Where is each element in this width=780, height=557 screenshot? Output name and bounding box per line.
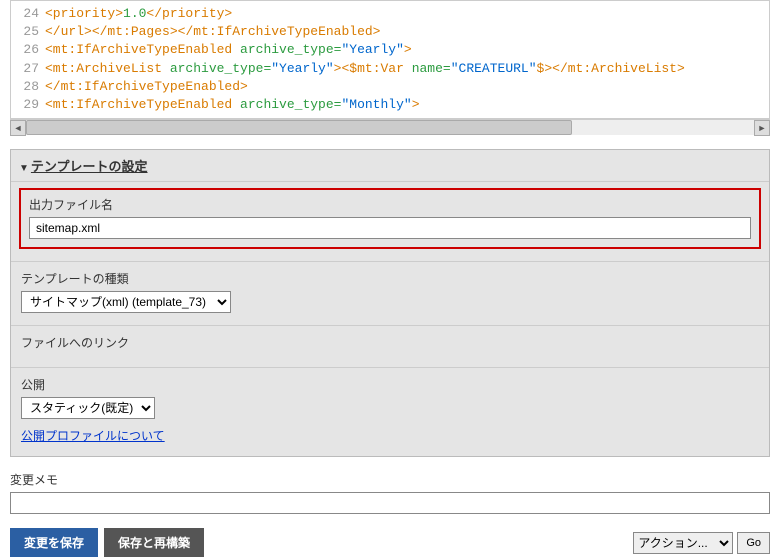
code-token: "Monthly" <box>341 97 411 112</box>
file-link-label: ファイルへのリンク <box>21 334 759 351</box>
code-token: archive_type= <box>240 97 341 112</box>
line-number: 24 <box>15 5 39 23</box>
code-token: <mt:IfArchiveTypeEnabled <box>45 42 240 57</box>
save-button[interactable]: 変更を保存 <box>10 528 98 557</box>
action-bar: 変更を保存 保存と再構築 アクション... Go <box>10 528 770 557</box>
template-type-select[interactable]: サイトマップ(xml) (template_73) <box>21 291 231 313</box>
code-token: <mt:IfArchiveTypeEnabled <box>45 97 240 112</box>
horizontal-scrollbar[interactable]: ◄ ► <box>10 119 770 135</box>
template-type-label: テンプレートの種類 <box>21 270 759 287</box>
code-token: "Yearly" <box>341 42 403 57</box>
code-token: archive_type= <box>170 61 271 76</box>
publish-select[interactable]: スタティック(既定) <box>21 397 155 419</box>
output-file-input[interactable] <box>29 217 751 239</box>
change-memo-input[interactable] <box>10 492 770 514</box>
code-token: > <box>412 97 420 112</box>
publish-group: 公開 スタティック(既定) 公開プロファイルについて <box>11 368 769 456</box>
code-line: 26 <mt:IfArchiveTypeEnabled archive_type=… <box>11 41 769 59</box>
scroll-left-button[interactable]: ◄ <box>10 120 26 136</box>
code-editor[interactable]: 24 <priority>1.0</priority> 25 </url></mt:P… <box>10 0 770 119</box>
code-token: <mt:ArchiveList <box>45 61 170 76</box>
line-number: 27 <box>15 60 39 78</box>
line-number: 25 <box>15 23 39 41</box>
code-token: 1.0 <box>123 6 146 21</box>
code-line: 27<mt:ArchiveList archive_type="Yearly">… <box>11 60 769 78</box>
highlight-box: 出力ファイル名 <box>19 188 761 249</box>
code-token: "CREATEURL" <box>451 61 537 76</box>
output-file-group: 出力ファイル名 <box>11 182 769 262</box>
code-token: $> <box>537 61 553 76</box>
code-line: 28 </mt:IfArchiveTypeEnabled> <box>11 78 769 96</box>
save-rebuild-button[interactable]: 保存と再構築 <box>104 528 204 557</box>
file-link-group: ファイルへのリンク <box>11 326 769 368</box>
template-type-group: テンプレートの種類 サイトマップ(xml) (template_73) <box>11 262 769 326</box>
code-token: <$mt:Var <box>341 61 411 76</box>
publish-label: 公開 <box>21 376 759 393</box>
template-settings-panel: ▼テンプレートの設定 出力ファイル名 テンプレートの種類 サイトマップ(xml)… <box>10 149 770 457</box>
code-line: 25 </url></mt:Pages></mt:IfArchiveTypeEna… <box>11 23 769 41</box>
change-memo-label: 変更メモ <box>10 471 770 488</box>
code-token: </mt:Pages> <box>92 24 178 39</box>
publish-profile-link[interactable]: 公開プロファイルについて <box>21 429 165 443</box>
go-button[interactable]: Go <box>737 532 770 554</box>
output-file-label: 出力ファイル名 <box>29 196 751 213</box>
change-memo-section: 変更メモ <box>10 471 770 514</box>
collapse-triangle-icon: ▼ <box>19 163 29 174</box>
code-token: </mt:IfArchiveTypeEnabled> <box>178 24 381 39</box>
code-token: </priority> <box>146 6 232 21</box>
code-token: name= <box>412 61 451 76</box>
action-select[interactable]: アクション... <box>633 532 733 554</box>
panel-header[interactable]: ▼テンプレートの設定 <box>11 150 769 182</box>
scrollbar-thumb[interactable] <box>26 120 572 135</box>
code-token: archive_type= <box>240 42 341 57</box>
line-number: 26 <box>15 41 39 59</box>
code-token: <priority> <box>45 6 123 21</box>
code-token: > <box>404 42 412 57</box>
code-token: </url> <box>45 24 92 39</box>
panel-title: テンプレートの設定 <box>31 159 148 174</box>
code-line: 29 <mt:IfArchiveTypeEnabled archive_type=… <box>11 96 769 114</box>
line-number: 29 <box>15 96 39 114</box>
scrollbar-track[interactable] <box>26 120 754 135</box>
code-token: "Yearly" <box>271 61 333 76</box>
line-number: 28 <box>15 78 39 96</box>
scroll-right-button[interactable]: ► <box>754 120 770 136</box>
code-token: </mt:ArchiveList> <box>552 61 685 76</box>
code-line: 24 <priority>1.0</priority> <box>11 5 769 23</box>
code-token: </mt:IfArchiveTypeEnabled> <box>45 79 248 94</box>
